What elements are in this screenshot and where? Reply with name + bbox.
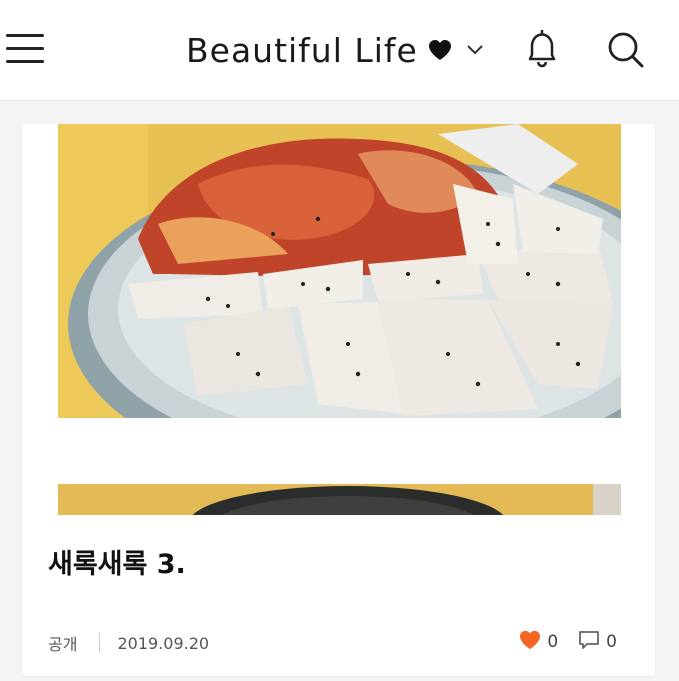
post-date: 2019.09.20 bbox=[117, 633, 210, 653]
app-header: Beautiful Life bbox=[0, 0, 679, 101]
comment-count: 0 bbox=[606, 632, 617, 652]
comment-button[interactable]: 0 bbox=[578, 630, 617, 655]
blog-title-dropdown[interactable]: Beautiful Life bbox=[186, 28, 484, 72]
heart-icon bbox=[519, 630, 541, 655]
post-actions: 0 0 bbox=[519, 630, 617, 654]
chevron-down-icon bbox=[466, 44, 484, 56]
meta-divider bbox=[99, 633, 101, 653]
search-icon[interactable] bbox=[604, 28, 648, 72]
post-photo-kimchi-tofu[interactable] bbox=[58, 124, 621, 418]
heart-icon bbox=[428, 39, 452, 61]
blog-title: Beautiful Life bbox=[186, 30, 418, 70]
post-meta: 공개 2019.09.20 bbox=[48, 632, 209, 654]
visibility-label: 공개 bbox=[48, 635, 78, 654]
post-photo-dish-partial[interactable] bbox=[58, 484, 621, 515]
post-title[interactable]: 새록새록 3. bbox=[48, 542, 186, 581]
comment-icon bbox=[578, 630, 600, 655]
bell-icon[interactable] bbox=[520, 26, 564, 70]
post-card[interactable]: 새록새록 3. 공개 2019.09.20 0 0 bbox=[22, 124, 655, 676]
menu-icon[interactable] bbox=[6, 31, 46, 67]
like-button[interactable]: 0 bbox=[519, 630, 558, 655]
like-count: 0 bbox=[547, 632, 559, 652]
